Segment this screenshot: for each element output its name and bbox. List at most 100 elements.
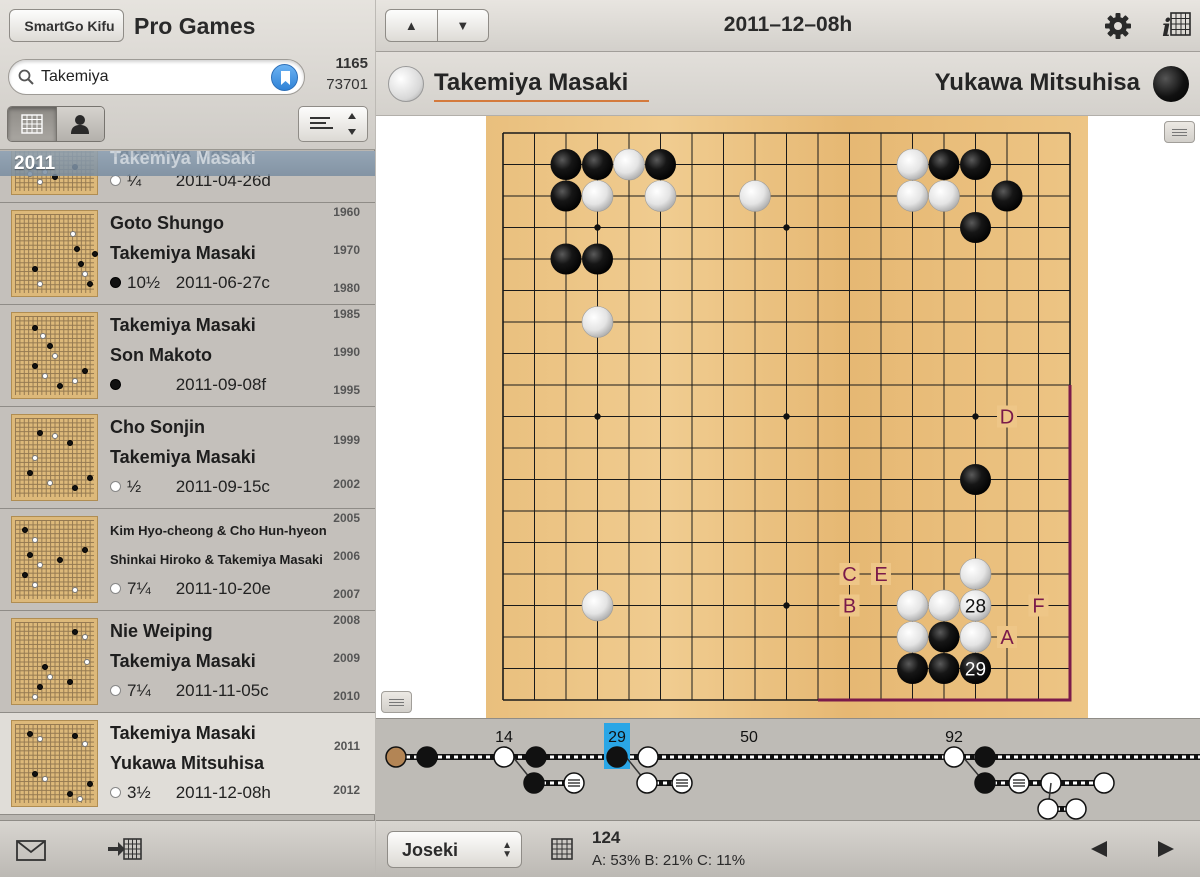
tree-move-label: 50 xyxy=(740,729,758,746)
search-input[interactable]: Takemiya xyxy=(41,68,109,86)
white-player-name[interactable]: Takemiya Masaki xyxy=(434,69,628,97)
black-stone xyxy=(928,621,960,653)
move-count: 124 xyxy=(592,828,621,847)
game-list-item[interactable]: Takemiya Masaki Son Makoto 2011-09-08f 198… xyxy=(0,305,375,407)
board-small-icon[interactable] xyxy=(551,838,573,860)
candidate-move-label: C xyxy=(842,564,856,586)
black-player-name[interactable]: Yukawa Mitsuhisa xyxy=(935,69,1140,97)
player-name: Takemiya Masaki xyxy=(110,315,256,335)
year-index-label[interactable]: 1995 xyxy=(333,383,360,397)
white-stone xyxy=(581,589,614,622)
game-list-item[interactable]: Kim Hyo-cheong & Cho Hun-hyeon Shinkai Hi… xyxy=(0,509,375,611)
gear-icon[interactable] xyxy=(1104,12,1132,40)
mail-icon[interactable] xyxy=(16,840,46,861)
year-index-label[interactable]: 2010 xyxy=(333,689,360,703)
game-list-panel: SmartGo Kifu Pro Games Takemiya 1165 737… xyxy=(0,0,375,877)
black-stone xyxy=(582,243,613,275)
white-stone xyxy=(581,306,614,338)
game-list[interactable]: 2011 Takemiya Masaki¼ 2011-04-26d1950Got… xyxy=(0,151,375,820)
tree-node[interactable] xyxy=(525,746,547,768)
search-field[interactable]: Takemiya xyxy=(8,59,305,95)
sort-button[interactable] xyxy=(298,106,368,142)
sort-icon xyxy=(310,113,356,135)
black-stone xyxy=(645,149,676,180)
filtered-count: 1165 xyxy=(335,55,368,72)
game-list-item[interactable]: Goto Shungo Takemiya Masaki 10½ 2011-06-27… xyxy=(0,203,375,305)
black-stone xyxy=(928,149,960,180)
year-index-label[interactable]: 2012 xyxy=(333,783,360,797)
black-player-stone xyxy=(1153,66,1189,102)
joseki-select[interactable]: Joseki ▲ ▼ xyxy=(387,831,522,868)
tree-start-node[interactable] xyxy=(385,746,407,768)
year-index-label[interactable]: 1990 xyxy=(333,345,360,359)
white-stone-icon xyxy=(110,175,121,186)
player-name: Shinkai Hiroko & Takemiya Masaki xyxy=(110,552,323,567)
export-board-icon[interactable] xyxy=(107,835,143,863)
tree-node[interactable] xyxy=(606,746,628,768)
player-view-button[interactable] xyxy=(55,107,104,141)
star-point xyxy=(783,602,790,609)
game-list-item[interactable]: Takemiya Masaki Yukawa Mitsuhisa 3½ 2011-1… xyxy=(0,713,375,815)
year-index-label[interactable]: 2006 xyxy=(333,549,360,563)
tree-node[interactable] xyxy=(523,772,545,794)
tree-node[interactable] xyxy=(943,746,965,768)
star-point xyxy=(594,413,601,420)
year-index-label[interactable]: 2005 xyxy=(333,511,360,525)
game-thumbnail xyxy=(11,312,98,399)
player-name: Takemiya Masaki xyxy=(110,151,256,168)
move-number: 28 xyxy=(965,597,986,618)
board-panel: ▲ ▼ 2011–12–08h i Takemiya Masaki Yukawa… xyxy=(376,0,1200,877)
game-thumbnail xyxy=(11,414,98,501)
white-stone xyxy=(896,589,929,622)
black-stone-icon xyxy=(110,379,121,390)
year-index-label[interactable]: 1960 xyxy=(333,205,360,219)
tree-node[interactable] xyxy=(974,772,996,794)
game-thumbnail xyxy=(11,210,98,297)
player-name: Goto Shungo xyxy=(110,213,224,233)
white-stone xyxy=(613,148,645,181)
candidate-move-label: F xyxy=(1032,596,1044,618)
bookmark-button[interactable] xyxy=(271,64,298,91)
go-board[interactable]: 28 29 A BC D E F xyxy=(486,116,1088,718)
tree-node[interactable] xyxy=(1093,772,1115,794)
year-index-label[interactable]: 1999 xyxy=(333,433,360,447)
white-stone xyxy=(928,589,960,622)
year-index-label[interactable]: 2002 xyxy=(333,477,360,491)
year-index-label[interactable]: 2009 xyxy=(333,651,360,665)
player-name: Takemiya Masaki xyxy=(110,447,256,467)
tree-node[interactable] xyxy=(1037,798,1059,820)
game-tree[interactable]: 14 29 50 92 xyxy=(376,718,1200,821)
view-mode-toggle xyxy=(7,106,105,142)
black-stone xyxy=(550,149,582,180)
game-date: 2011-10-20e xyxy=(171,579,271,598)
tree-node[interactable] xyxy=(636,772,658,794)
year-index-label[interactable]: 2007 xyxy=(333,587,360,601)
year-index-label[interactable]: 2008 xyxy=(333,613,360,627)
year-index-label[interactable]: 2011 xyxy=(334,739,360,753)
tree-move-label: 29 xyxy=(608,729,626,746)
game-list-item[interactable]: Cho Sonjin Takemiya Masaki ½ 2011-09-15c 19… xyxy=(0,407,375,509)
arrow-left-icon[interactable] xyxy=(1090,840,1108,858)
star-point xyxy=(594,224,601,231)
tree-node[interactable] xyxy=(493,746,515,768)
board-menu-button[interactable] xyxy=(1164,121,1195,143)
game-result: 3½ 2011-12-08h xyxy=(110,783,271,803)
back-button[interactable]: SmartGo Kifu xyxy=(9,9,124,42)
tree-node[interactable] xyxy=(637,746,659,768)
info-board-icon[interactable]: i xyxy=(1162,10,1192,40)
tree-node[interactable] xyxy=(974,746,996,768)
result-margin: 3½ xyxy=(127,783,151,802)
candidate-move-label: E xyxy=(874,564,887,586)
year-index-label[interactable]: 1985 xyxy=(333,307,360,321)
comments-menu-button[interactable] xyxy=(381,691,412,713)
game-thumbnail xyxy=(11,516,98,603)
tree-node[interactable] xyxy=(1065,798,1087,820)
year-index-label[interactable]: 1980 xyxy=(333,281,360,295)
white-stone-icon xyxy=(110,481,121,492)
year-index-label[interactable]: 1970 xyxy=(333,243,360,257)
grid-view-button[interactable] xyxy=(8,107,56,141)
arrow-right-icon[interactable] xyxy=(1157,840,1175,858)
game-thumbnail xyxy=(11,618,98,705)
tree-node[interactable] xyxy=(416,746,438,768)
game-list-item[interactable]: Nie Weiping Takemiya Masaki 7¼ 2011-11-05c… xyxy=(0,611,375,713)
